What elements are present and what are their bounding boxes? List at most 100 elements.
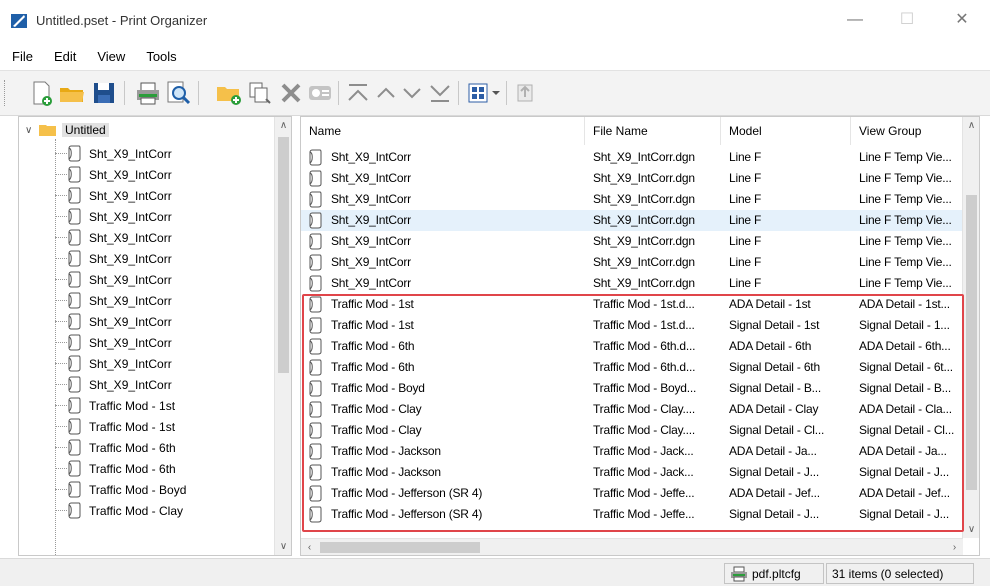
tree-vertical-scrollbar[interactable]: ∧ ∨ [274, 117, 291, 555]
table-row[interactable]: Traffic Mod - Clay Traffic Mod - Clay....… [301, 399, 963, 420]
display-options-icon[interactable] [466, 79, 502, 107]
table-row[interactable]: Traffic Mod - Jefferson (SR 4) Traffic Mo… [301, 483, 963, 504]
column-header-view-group[interactable]: View Group [851, 117, 963, 145]
print-icon[interactable] [134, 79, 162, 107]
sheet-icon [309, 233, 323, 250]
tree-view[interactable]: ∨ Untitled Sht_X9_IntCorr Sht_X9_IntCorr S… [18, 116, 292, 556]
export-icon[interactable] [512, 79, 540, 107]
new-set-icon[interactable] [27, 79, 55, 107]
table-row[interactable]: Sht_X9_IntCorr Sht_X9_IntCorr.dgn Line F Li… [301, 147, 963, 168]
close-button[interactable]: ✕ [952, 10, 972, 30]
sheet-icon [309, 191, 323, 208]
menu-edit[interactable]: Edit [54, 49, 76, 64]
row-file-name-cell: Traffic Mod - 6th.d... [593, 339, 696, 353]
sheet-icon [67, 439, 83, 456]
menu-file[interactable]: File [12, 49, 33, 64]
maximize-button[interactable]: ☐ [897, 10, 917, 30]
file-list[interactable]: Name File Name Model View Group Sht_X9_I… [300, 116, 980, 556]
table-row[interactable]: Traffic Mod - 6th Traffic Mod - 6th.d... A… [301, 336, 963, 357]
scroll-down-icon[interactable]: ∨ [963, 521, 979, 538]
tree-item[interactable]: Traffic Mod - 1st [67, 416, 175, 437]
delete-icon[interactable] [277, 79, 305, 107]
column-header-name[interactable]: Name [301, 117, 585, 145]
properties-icon[interactable] [306, 79, 334, 107]
move-top-icon[interactable] [344, 79, 372, 107]
table-row[interactable]: Sht_X9_IntCorr Sht_X9_IntCorr.dgn Line F Li… [301, 210, 963, 231]
table-row[interactable]: Traffic Mod - 1st Traffic Mod - 1st.d... A… [301, 294, 963, 315]
table-row[interactable]: Sht_X9_IntCorr Sht_X9_IntCorr.dgn Line F Li… [301, 252, 963, 273]
save-icon[interactable] [90, 79, 118, 107]
tree-item[interactable]: Traffic Mod - Boyd [67, 479, 186, 500]
tree-item[interactable]: Sht_X9_IntCorr [67, 353, 172, 374]
table-row[interactable]: Traffic Mod - 1st Traffic Mod - 1st.d... S… [301, 315, 963, 336]
expand-chevron-icon[interactable]: ∨ [25, 125, 39, 136]
row-name-cell: Sht_X9_IntCorr [331, 234, 411, 248]
column-header-model[interactable]: Model [721, 117, 851, 145]
scroll-up-icon[interactable]: ∧ [963, 117, 979, 134]
sheet-icon [309, 338, 323, 355]
row-file-name-cell: Sht_X9_IntCorr.dgn [593, 213, 695, 227]
printer-status[interactable]: pdf.pltcfg [724, 563, 824, 584]
tree-item[interactable]: Sht_X9_IntCorr [67, 143, 172, 164]
sheet-icon [309, 149, 323, 166]
tree-item[interactable]: Sht_X9_IntCorr [67, 185, 172, 206]
move-bottom-icon[interactable] [426, 79, 454, 107]
scrollbar-thumb[interactable] [966, 195, 977, 490]
row-name-cell: Sht_X9_IntCorr [331, 255, 411, 269]
row-file-name-cell: Sht_X9_IntCorr.dgn [593, 150, 695, 164]
toolbar-grip[interactable] [4, 80, 7, 106]
scroll-right-icon[interactable]: › [946, 539, 963, 555]
table-row[interactable]: Traffic Mod - Boyd Traffic Mod - Boyd... S… [301, 378, 963, 399]
tree-item-label: Sht_X9_IntCorr [89, 314, 172, 329]
table-row[interactable]: Traffic Mod - Jackson Traffic Mod - Jack.… [301, 462, 963, 483]
minimize-button[interactable]: — [845, 10, 865, 30]
tree-item[interactable]: Sht_X9_IntCorr [67, 206, 172, 227]
scrollbar-thumb[interactable] [320, 542, 480, 553]
scroll-left-icon[interactable]: ‹ [301, 539, 318, 555]
table-row[interactable]: Sht_X9_IntCorr Sht_X9_IntCorr.dgn Line F Li… [301, 273, 963, 294]
tree-item[interactable]: Sht_X9_IntCorr [67, 227, 172, 248]
row-model-cell: Signal Detail - 6th [729, 360, 820, 374]
open-icon[interactable] [58, 79, 86, 107]
tree-item[interactable]: Sht_X9_IntCorr [67, 374, 172, 395]
tree-item[interactable]: Sht_X9_IntCorr [67, 290, 172, 311]
move-up-icon[interactable] [372, 79, 400, 107]
row-view-group-cell: ADA Detail - Cla... [859, 402, 952, 416]
tree-root[interactable]: ∨ Untitled [25, 121, 109, 139]
list-vertical-scrollbar[interactable]: ∧ ∨ [962, 117, 979, 538]
add-folder-icon[interactable] [215, 79, 243, 107]
tree-item-label: Traffic Mod - 1st [89, 419, 176, 434]
table-row[interactable]: Traffic Mod - Jefferson (SR 4) Traffic Mo… [301, 504, 963, 525]
row-file-name-cell: Traffic Mod - 6th.d... [593, 360, 696, 374]
list-horizontal-scrollbar[interactable]: ‹ › [301, 538, 963, 555]
table-row[interactable]: Sht_X9_IntCorr Sht_X9_IntCorr.dgn Line F Li… [301, 189, 963, 210]
move-down-icon[interactable] [398, 79, 426, 107]
preview-icon[interactable] [164, 79, 192, 107]
tree-item[interactable]: Traffic Mod - 1st [67, 395, 175, 416]
scroll-down-icon[interactable]: ∨ [275, 538, 291, 555]
title-bar: Untitled.pset - Print Organizer — ☐ ✕ [0, 0, 990, 42]
tree-item[interactable]: Sht_X9_IntCorr [67, 248, 172, 269]
tree-item[interactable]: Sht_X9_IntCorr [67, 311, 172, 332]
sheet-icon [309, 485, 323, 502]
tree-item[interactable]: Sht_X9_IntCorr [67, 269, 172, 290]
print-organizer-app-icon [11, 14, 27, 28]
table-row[interactable]: Traffic Mod - Jackson Traffic Mod - Jack.… [301, 441, 963, 462]
tree-item[interactable]: Traffic Mod - 6th [67, 437, 176, 458]
table-row[interactable]: Sht_X9_IntCorr Sht_X9_IntCorr.dgn Line F Li… [301, 168, 963, 189]
table-row[interactable]: Traffic Mod - Clay Traffic Mod - Clay....… [301, 420, 963, 441]
add-files-icon[interactable] [246, 79, 274, 107]
row-file-name-cell: Traffic Mod - Jack... [593, 444, 694, 458]
scrollbar-thumb[interactable] [278, 137, 289, 373]
table-row[interactable]: Sht_X9_IntCorr Sht_X9_IntCorr.dgn Line F Li… [301, 231, 963, 252]
tree-item[interactable]: Sht_X9_IntCorr [67, 164, 172, 185]
menu-tools[interactable]: Tools [146, 49, 176, 64]
menu-view[interactable]: View [97, 49, 125, 64]
toolbar [0, 70, 990, 116]
column-header-file-name[interactable]: File Name [585, 117, 721, 145]
tree-item[interactable]: Traffic Mod - 6th [67, 458, 176, 479]
table-row[interactable]: Traffic Mod - 6th Traffic Mod - 6th.d... S… [301, 357, 963, 378]
tree-item[interactable]: Sht_X9_IntCorr [67, 332, 172, 353]
scroll-up-icon[interactable]: ∧ [275, 117, 291, 134]
tree-item[interactable]: Traffic Mod - Clay [67, 500, 183, 521]
